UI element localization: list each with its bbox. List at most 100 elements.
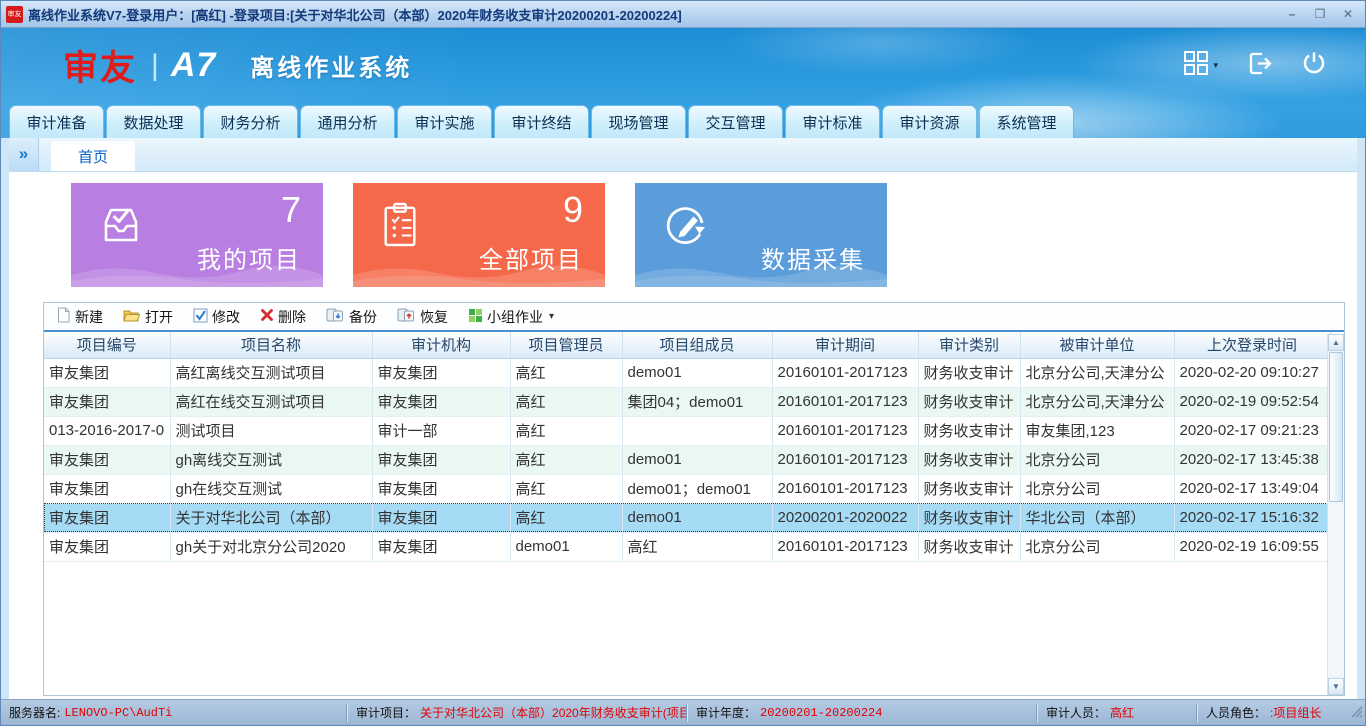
toolbar-button-4[interactable]: 删除 bbox=[260, 307, 306, 327]
table-cell: 高红 bbox=[510, 445, 622, 474]
menu-tab-6[interactable]: 审计终结 bbox=[494, 105, 589, 138]
table-cell: 高红离线交互测试项目 bbox=[170, 358, 372, 387]
table-row-1[interactable]: 审友集团高红离线交互测试项目审友集团高红demo0120160101-20171… bbox=[44, 358, 1330, 387]
table-row-5[interactable]: 审友集团gh在线交互测试审友集团高红demo01；demo0120160101-… bbox=[44, 474, 1330, 503]
power-button[interactable] bbox=[1301, 50, 1327, 81]
menu-tab-11[interactable]: 系统管理 bbox=[979, 105, 1074, 138]
restore-button[interactable]: ❐ bbox=[1308, 5, 1332, 24]
chevron-down-icon: ▾ bbox=[1213, 60, 1218, 71]
table-row-2[interactable]: 审友集团高红在线交互测试项目审友集团高红集团04；demo0120160101-… bbox=[44, 387, 1330, 416]
menu-tab-7[interactable]: 现场管理 bbox=[591, 105, 686, 138]
edit-checkbox-icon bbox=[193, 308, 208, 326]
table-cell: 013-2016-2017-0 bbox=[44, 416, 170, 445]
scroll-up-button[interactable]: ▲ bbox=[1328, 334, 1344, 351]
toolbar-button-7[interactable]: 小组作业▾ bbox=[468, 307, 554, 327]
table-cell: 审友集团 bbox=[44, 532, 170, 561]
main-frame: » 首页 7我的项目 9全部项目数据采集 新建打开修改删除备份恢复小组作业▾ 项目… bbox=[1, 138, 1365, 699]
app-logo-icon: 审友 bbox=[6, 6, 23, 23]
resize-grip-icon[interactable] bbox=[1349, 704, 1363, 721]
product-name: 离线作业系统 bbox=[250, 48, 412, 83]
brand-separator: | bbox=[151, 49, 159, 83]
table-row-7[interactable]: 审友集团gh关于对北京分公司2020审友集团demo01高红20160101-2… bbox=[44, 532, 1330, 561]
table-cell: 审友集团 bbox=[372, 474, 510, 503]
scroll-thumb[interactable] bbox=[1329, 352, 1343, 502]
table-cell: 审友集团,123 bbox=[1020, 416, 1174, 445]
tab-scroll-button[interactable]: » bbox=[9, 137, 39, 171]
minimize-button[interactable]: – bbox=[1280, 5, 1304, 24]
audit-year-value: 20200201-20200224 bbox=[760, 706, 882, 720]
toolbar-button-6[interactable]: 恢复 bbox=[397, 307, 448, 327]
tab-home[interactable]: 首页 bbox=[51, 141, 135, 171]
column-header[interactable]: 项目组成员 bbox=[622, 332, 772, 358]
column-header[interactable]: 审计类别 bbox=[918, 332, 1020, 358]
server-value: LENOVO-PC\AudTi bbox=[64, 706, 172, 720]
table-cell: 财务收支审计 bbox=[918, 416, 1020, 445]
toolbar-button-3[interactable]: 修改 bbox=[193, 307, 240, 327]
project-table: 项目编号项目名称审计机构项目管理员项目组成员审计期间审计类别被审计单位上次登录时… bbox=[44, 332, 1331, 562]
role-value: :项目组长 bbox=[1270, 704, 1321, 721]
menu-tab-4[interactable]: 通用分析 bbox=[300, 105, 395, 138]
brand-logo: 审友 | A7 离线作业系统 bbox=[63, 40, 412, 91]
window-title: 离线作业系统V7-登录用户：[高红] -登录项目:[关于对华北公司（本部）202… bbox=[28, 5, 1272, 24]
column-header[interactable]: 项目名称 bbox=[170, 332, 372, 358]
brand-version: A7 bbox=[171, 46, 216, 85]
server-label: 服务器名: bbox=[9, 704, 60, 721]
brand-name: 审友 bbox=[63, 40, 137, 91]
auditor-label: 审计人员： bbox=[1046, 704, 1106, 721]
menu-tab-8[interactable]: 交互管理 bbox=[688, 105, 783, 138]
table-cell: demo01 bbox=[622, 445, 772, 474]
table-cell: 高红 bbox=[510, 387, 622, 416]
status-bar: 服务器名: LENOVO-PC\AudTi 审计项目： 关于对华北公司（本部）2… bbox=[1, 699, 1365, 725]
clipboard-list-icon bbox=[379, 201, 421, 254]
table-cell: 2020-02-17 13:49:04 bbox=[1174, 474, 1330, 503]
table-header-row: 项目编号项目名称审计机构项目管理员项目组成员审计期间审计类别被审计单位上次登录时… bbox=[44, 332, 1330, 358]
table-row-6[interactable]: 审友集团关于对华北公司（本部）审友集团高红demo0120200201-2020… bbox=[44, 503, 1330, 532]
apps-grid-button[interactable]: ▾ bbox=[1183, 50, 1218, 81]
logout-button[interactable] bbox=[1246, 50, 1273, 82]
table-row-4[interactable]: 审友集团gh离线交互测试审友集团高红demo0120160101-2017123… bbox=[44, 445, 1330, 474]
menu-tab-1[interactable]: 审计准备 bbox=[9, 105, 104, 138]
column-header[interactable]: 上次登录时间 bbox=[1174, 332, 1330, 358]
column-header[interactable]: 审计机构 bbox=[372, 332, 510, 358]
card-all-projects[interactable]: 9全部项目 bbox=[353, 183, 605, 287]
table-cell: 财务收支审计 bbox=[918, 387, 1020, 416]
menu-tab-2[interactable]: 数据处理 bbox=[106, 105, 201, 138]
menu-tab-3[interactable]: 财务分析 bbox=[203, 105, 298, 138]
role-label: 人员角色： bbox=[1206, 704, 1266, 721]
page-tab-bar: » 首页 bbox=[9, 138, 1357, 172]
column-header[interactable]: 项目编号 bbox=[44, 332, 170, 358]
power-icon bbox=[1301, 50, 1327, 81]
table-cell: 20160101-2017123 bbox=[772, 387, 918, 416]
close-button[interactable]: ✕ bbox=[1336, 5, 1360, 24]
table-cell: 20160101-2017123 bbox=[772, 474, 918, 503]
home-content: 7我的项目 9全部项目数据采集 新建打开修改删除备份恢复小组作业▾ 项目编号项目名… bbox=[9, 172, 1357, 699]
audit-project-label: 审计项目： bbox=[356, 704, 416, 721]
table-cell: 高红 bbox=[510, 503, 622, 532]
table-cell: 审友集团 bbox=[372, 387, 510, 416]
card-my-projects[interactable]: 7我的项目 bbox=[71, 183, 323, 287]
scroll-down-button[interactable]: ▼ bbox=[1328, 678, 1344, 695]
card-data-collection[interactable]: 数据采集 bbox=[635, 183, 887, 287]
table-cell: 测试项目 bbox=[170, 416, 372, 445]
table-cell: 财务收支审计 bbox=[918, 358, 1020, 387]
table-cell: 审友集团 bbox=[372, 445, 510, 474]
table-cell: 2020-02-17 09:21:23 bbox=[1174, 416, 1330, 445]
table-cell: 审友集团 bbox=[44, 445, 170, 474]
table-cell: 审友集团 bbox=[44, 474, 170, 503]
table-vscrollbar[interactable]: ▲ ▼ bbox=[1327, 334, 1344, 695]
column-header[interactable]: 项目管理员 bbox=[510, 332, 622, 358]
table-row-3[interactable]: 013-2016-2017-0测试项目审计一部高红20160101-201712… bbox=[44, 416, 1330, 445]
table-cell: 高红 bbox=[510, 474, 622, 503]
toolbar-button-1[interactable]: 新建 bbox=[56, 307, 103, 327]
menu-tab-5[interactable]: 审计实施 bbox=[397, 105, 492, 138]
table-cell: demo01；demo01 bbox=[622, 474, 772, 503]
toolbar-button-2[interactable]: 打开 bbox=[123, 307, 173, 327]
menu-tab-9[interactable]: 审计标准 bbox=[785, 105, 880, 138]
toolbar-button-5[interactable]: 备份 bbox=[326, 307, 377, 327]
restore-icon bbox=[397, 307, 416, 326]
column-header[interactable]: 被审计单位 bbox=[1020, 332, 1174, 358]
dropdown-caret-icon[interactable]: ▾ bbox=[549, 311, 554, 322]
summary-cards: 7我的项目 9全部项目数据采集 bbox=[71, 183, 1357, 287]
column-header[interactable]: 审计期间 bbox=[772, 332, 918, 358]
menu-tab-10[interactable]: 审计资源 bbox=[882, 105, 977, 138]
